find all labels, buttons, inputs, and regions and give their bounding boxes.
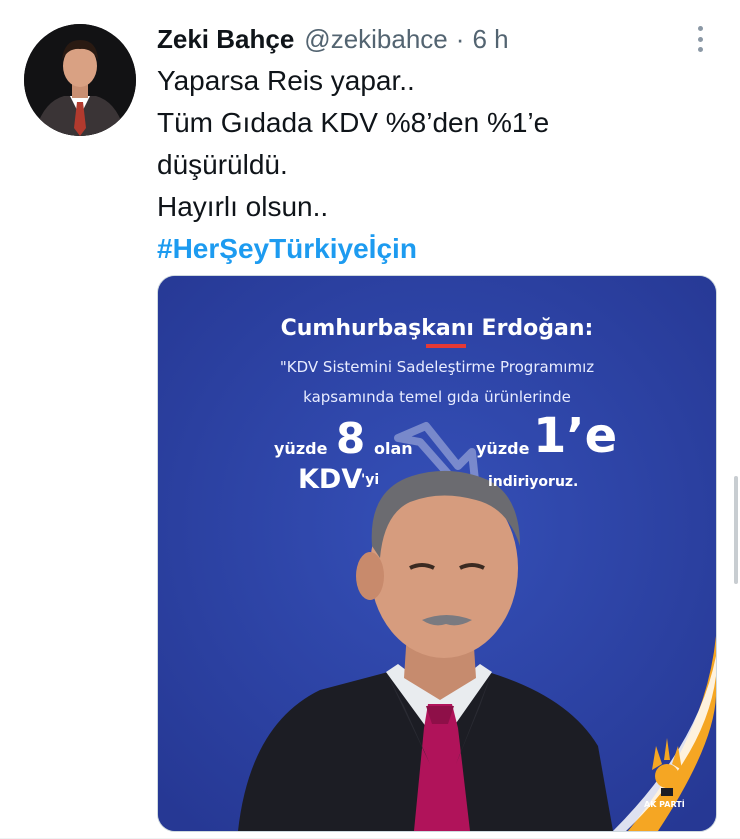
hashtag-link[interactable]: #HerŞeyTürkiyeİçin <box>157 228 697 270</box>
media-left-bottom: KDV <box>298 464 363 495</box>
separator-dot: · <box>455 23 465 54</box>
media-quote-line: "KDV Sistemini Sadeleştirme Programımız <box>279 358 595 376</box>
media-right-prefix: yüzde <box>476 439 530 458</box>
tweet-media-image[interactable]: Cumhurbaşkanı Erdoğan: "KDV Sistemini Sa… <box>157 275 717 832</box>
more-vertical-icon-dot <box>697 47 703 52</box>
more-vertical-icon-dot <box>697 36 703 42</box>
media-right-bottom: indiriyoruz. <box>488 474 579 490</box>
tweet-text: Yaparsa Reis yapar.. Tüm Gıdada KDV %8’d… <box>157 60 697 270</box>
media-left-bottom-suffix: 'yi <box>361 472 380 488</box>
party-logo-text: AK PARTİ <box>644 800 685 809</box>
more-vertical-icon <box>697 26 703 31</box>
media-left-suffix: olan <box>374 439 413 458</box>
tweet-timestamp[interactable]: 6 h <box>472 24 508 55</box>
tweet-text-line: Yaparsa Reis yapar.. <box>157 65 415 96</box>
author-handle[interactable]: @zekibahce <box>304 24 447 55</box>
media-right-number: 1’e <box>533 408 618 464</box>
media-left-number: 8 <box>336 414 366 463</box>
more-options-button[interactable] <box>690 24 710 54</box>
scrollbar-thumb[interactable] <box>734 476 738 584</box>
author-avatar[interactable] <box>24 24 136 136</box>
media-title-underline <box>426 344 466 348</box>
tweet-text-line: Hayırlı olsun.. <box>157 191 329 222</box>
media-title: Cumhurbaşkanı Erdoğan: <box>280 316 594 341</box>
media-quote-line: kapsamında temel gıda ürünlerinde <box>303 388 571 406</box>
tweet-header: Zeki Bahçe @zekibahce · 6 h <box>157 22 509 56</box>
author-name[interactable]: Zeki Bahçe <box>157 24 294 55</box>
tweet-text-line: Tüm Gıdada KDV %8’den %1’e <box>157 107 550 138</box>
tweet-text-line: düşürüldü. <box>157 149 288 180</box>
media-left-prefix: yüzde <box>274 439 328 458</box>
